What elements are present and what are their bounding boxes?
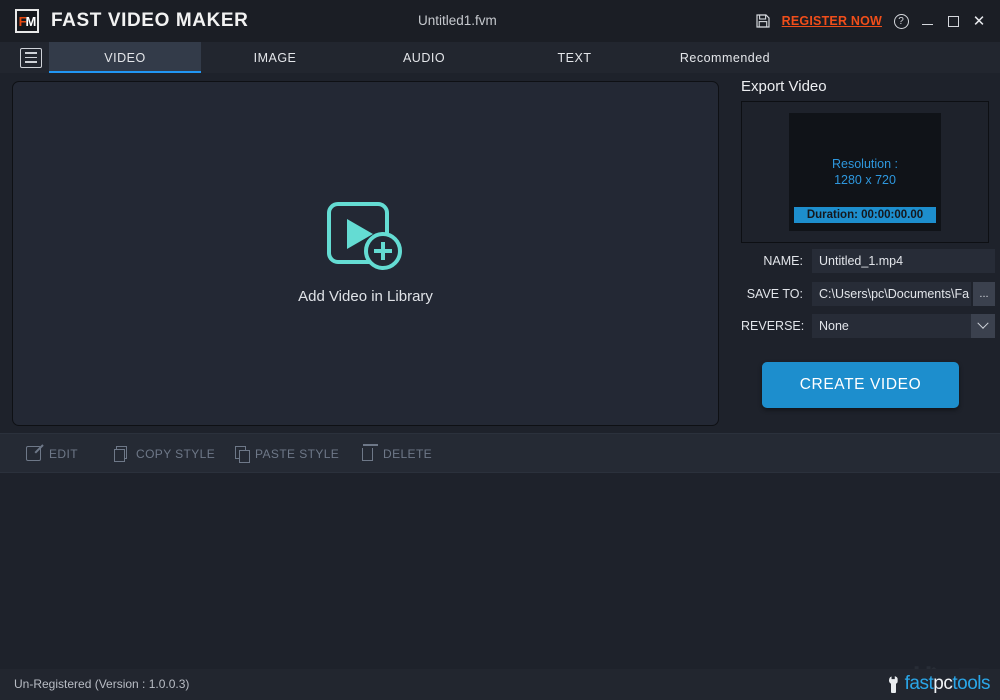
brand-fast: fast (905, 673, 934, 694)
export-preview-frame: Resolution : 1280 x 720 Duration: 00:00:… (741, 101, 989, 243)
resolution-value: 1280 x 720 (834, 172, 896, 189)
fast-video-maker-window: FM FAST VIDEO MAKER Untitled1.fvm REGIST… (0, 0, 1000, 700)
save-icon[interactable] (750, 8, 776, 34)
create-video-button[interactable]: CREATE VIDEO (762, 362, 959, 408)
document-title: Untitled1.fvm (418, 13, 497, 28)
tab-text[interactable]: TEXT (499, 42, 650, 73)
chevron-down-icon[interactable] (971, 314, 995, 338)
export-field-name: NAME: Untitled_1.mp4 (741, 249, 995, 273)
fastpctools-logo: fastpctools (887, 673, 990, 695)
tab-audio[interactable]: AUDIO (349, 42, 499, 73)
app-logo-icon: FM (15, 9, 39, 33)
maximize-icon[interactable] (940, 8, 966, 34)
reverse-label: REVERSE: (741, 319, 803, 333)
tab-video[interactable]: VIDEO (49, 42, 201, 73)
close-icon[interactable]: ✕ (966, 8, 992, 34)
delete-button[interactable]: DELETE (360, 446, 432, 461)
timeline: 00:0000:1000:2000:30 To Add content to t… (0, 473, 1000, 669)
copy-style-label: COPY STYLE (136, 447, 215, 461)
export-heading: Export Video (741, 78, 827, 95)
resolution-label: Resolution : (832, 156, 898, 173)
minimize-icon[interactable] (914, 8, 940, 34)
paste-icon (232, 446, 247, 461)
export-thumbnail: Resolution : 1280 x 720 Duration: 00:00:… (789, 113, 941, 231)
clip-action-toolbar: EDIT COPY STYLE PASTE STYLE DELETE (0, 434, 1000, 473)
export-field-saveto: SAVE TO: C:\Users\pc\Documents\Fa ... (741, 282, 995, 306)
brand-tools: tools (952, 673, 990, 694)
add-video-label: Add Video in Library (298, 288, 433, 305)
logo-letter-f: F (19, 14, 26, 29)
tab-image[interactable]: IMAGE (201, 42, 349, 73)
edit-icon (26, 446, 41, 461)
help-glyph: ? (894, 14, 909, 29)
main-tab-bar: VIDEO IMAGE AUDIO TEXT Recommended (0, 42, 1000, 73)
copy-style-button[interactable]: COPY STYLE (113, 446, 215, 461)
hamburger-menu-icon[interactable] (20, 48, 42, 68)
reverse-select-value[interactable]: None (812, 314, 971, 338)
help-icon[interactable]: ? (888, 8, 914, 34)
edit-label: EDIT (49, 447, 78, 461)
edit-button[interactable]: EDIT (26, 446, 78, 461)
browse-button[interactable]: ... (973, 282, 995, 306)
add-video-icon (327, 202, 405, 272)
paste-style-label: PASTE STYLE (255, 447, 339, 461)
brand-pc: pc (933, 673, 952, 694)
library-drop-area[interactable]: Add Video in Library (12, 81, 719, 426)
app-title: FAST VIDEO MAKER (51, 10, 249, 32)
delete-label: DELETE (383, 447, 432, 461)
title-bar: FM FAST VIDEO MAKER Untitled1.fvm REGIST… (0, 0, 1000, 42)
registration-status: Un-Registered (Version : 1.0.0.3) (14, 677, 189, 691)
paste-style-button[interactable]: PASTE STYLE (232, 446, 339, 461)
tab-recommended[interactable]: Recommended (650, 42, 800, 73)
copy-icon (113, 446, 128, 461)
status-bar: Un-Registered (Version : 1.0.0.3) fastpc… (0, 669, 1000, 700)
trash-icon (360, 446, 375, 461)
wrench-icon (887, 676, 901, 693)
close-glyph: ✕ (973, 14, 986, 29)
name-label: NAME: (741, 254, 803, 268)
export-field-reverse: REVERSE: None (741, 314, 995, 338)
logo-letter-m: M (26, 14, 36, 29)
save-to-label: SAVE TO: (741, 287, 803, 301)
register-now-link[interactable]: REGISTER NOW (776, 14, 888, 28)
save-to-input[interactable]: C:\Users\pc\Documents\Fa (812, 282, 971, 306)
name-input[interactable]: Untitled_1.mp4 (812, 249, 995, 273)
titlebar-controls: REGISTER NOW ? ✕ (750, 0, 992, 42)
duration-bar: Duration: 00:00:00.00 (794, 207, 936, 223)
